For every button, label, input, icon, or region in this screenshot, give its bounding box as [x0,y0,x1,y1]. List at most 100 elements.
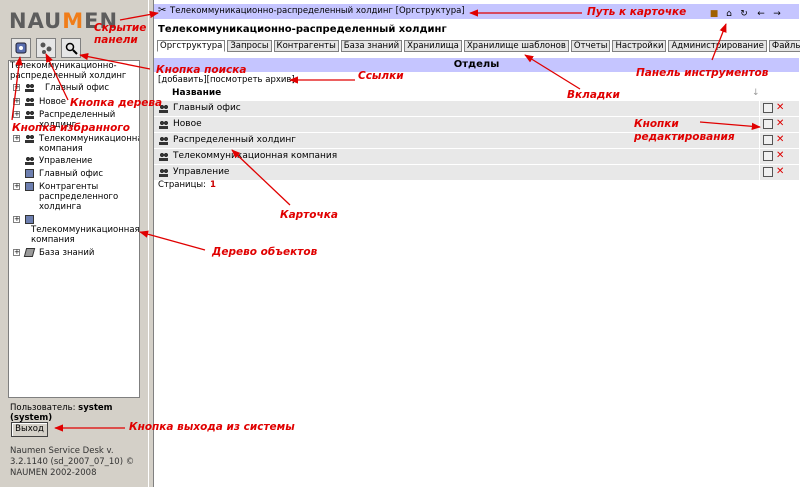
department-icon [25,134,34,143]
tree-root-label: Телекоммуникационно-распределенный холди… [10,61,127,81]
annotation-object-tree: Дерево объектов [212,246,318,258]
office-icon [25,169,34,178]
refresh-icon[interactable]: ↻ [739,9,749,19]
department-icon [25,83,34,92]
edit-button[interactable] [763,135,773,145]
edit-button[interactable] [763,151,773,161]
department-icon [159,136,168,145]
column-name-header[interactable]: Название [172,88,221,98]
tree-item[interactable]: База знаний [39,248,94,258]
favorites-button[interactable] [11,38,31,58]
row-name[interactable]: Управление [173,167,229,177]
tree-button[interactable] [36,38,56,58]
department-icon [25,156,34,165]
department-icon [159,120,168,129]
page-title: Телекоммуникационно-распределенный холди… [158,24,447,35]
sort-icon[interactable]: ↓ [752,88,760,98]
section-links: [добавить][посмотреть архив] [158,75,295,85]
tree-item[interactable]: Главный офис [45,83,109,93]
tree-root[interactable]: Телекоммуникационно-распределенный холди… [10,61,138,81]
tab-template-storage[interactable]: Хранилище шаблонов [463,40,569,52]
exit-button[interactable]: Выход [11,422,48,437]
annotation-favorites-button: Кнопка избранного [12,122,130,134]
search-button[interactable] [61,38,81,58]
tree-expand-icon[interactable]: + [13,84,20,91]
annotation-edit-buttons: Кнопки редактирования [634,118,735,143]
department-icon [25,97,34,106]
tree-item[interactable]: Телекоммуникационная компания [39,134,139,154]
tab-storages[interactable]: Хранилища [404,40,462,52]
edit-button[interactable] [763,119,773,129]
breadcrumb[interactable]: Телекоммуникационно-распределенный холди… [170,6,465,16]
edit-button[interactable] [763,103,773,113]
delete-icon[interactable]: ✕ [776,134,784,146]
table-row[interactable]: Телекоммуникационная компания ✕ [154,149,799,165]
annotation-hide-panels: Скрытие панели [94,22,147,46]
table-row[interactable]: Главный офис ✕ [154,101,799,117]
department-icon [159,152,168,161]
tree-expand-icon[interactable]: + [13,111,20,118]
pages-label: Страницы: [158,180,206,190]
user-label: Пользователь: [10,403,76,413]
knowledge-base-icon [23,248,36,257]
folder-icon[interactable]: ■ [709,9,719,19]
tree-expand-icon[interactable]: + [13,98,20,105]
annotation-toolbar: Панель инструментов [636,67,769,79]
department-icon [25,110,34,119]
tree-expand-icon[interactable]: + [13,249,20,256]
tab-reports[interactable]: Отчеты [570,40,611,52]
tab-settings[interactable]: Настройки [612,40,667,52]
annotation-path: Путь к карточке [587,6,687,18]
tab-bar: Оргструктура Запросы Контрагенты База зн… [157,40,800,53]
forward-icon[interactable]: → [772,9,782,19]
delete-icon[interactable]: ✕ [776,102,784,114]
home-icon[interactable]: ⌂ [724,9,734,19]
tab-administration[interactable]: Администрирование [668,40,767,52]
left-panel: NAUMEN Телекоммуникационно-распределенны… [0,0,148,487]
annotation-card: Карточка [280,209,338,221]
table-row[interactable]: Управление ✕ [154,165,799,181]
row-name[interactable]: Распределенный холдинг [173,135,296,145]
version-info: Naumen Service Desk v. 3.2.1140 (sd_2007… [10,446,135,478]
company-icon [25,215,34,224]
tree-item[interactable]: Главный офис [39,169,103,179]
archive-link[interactable]: [посмотреть архив] [207,75,295,85]
annotation-exit-button: Кнопка выхода из системы [129,421,295,433]
hide-panels-icon[interactable]: ✂ [158,5,166,16]
tab-files[interactable]: Файлы(1) [768,40,800,52]
annotation-search-button: Кнопка поиска [156,64,247,76]
pagination: Страницы: 1 [158,180,216,190]
tree-expand-icon[interactable]: + [13,135,20,142]
user-info: Пользователь: system (system) [10,403,148,423]
row-name[interactable]: Главный офис [173,103,241,113]
tree-expand-icon[interactable]: + [13,216,20,223]
add-link[interactable]: [добавить] [158,75,207,85]
table-header: Название ↓ [154,88,799,101]
contractor-icon [25,182,34,191]
page-link[interactable]: 1 [210,180,216,190]
department-icon [159,168,168,177]
search-icon [65,42,78,55]
annotation-tree-button: Кнопка дерева [70,97,163,109]
delete-icon[interactable]: ✕ [776,118,784,130]
tree-item[interactable]: Телекоммуникационная компания [31,225,139,245]
tree-item[interactable]: Управление [39,156,92,166]
delete-icon[interactable]: ✕ [776,150,784,162]
tab-knowledge-base[interactable]: База знаний [340,40,403,52]
tree-item[interactable]: Контрагенты распределенного холдинга [39,182,124,212]
annotation-tabs: Вкладки [567,89,620,101]
favorites-icon [15,42,27,54]
object-tree: Телекоммуникационно-распределенный холди… [8,60,140,398]
tab-contractors[interactable]: Контрагенты [273,40,339,52]
annotation-links: Ссылки [358,70,404,82]
tree-expand-icon[interactable]: + [13,183,20,190]
tab-orgstructure[interactable]: Оргструктура [157,40,226,52]
row-name[interactable]: Новое [173,119,202,129]
row-name[interactable]: Телекоммуникационная компания [173,151,337,161]
edit-button[interactable] [763,167,773,177]
delete-icon[interactable]: ✕ [776,166,784,178]
tab-requests[interactable]: Запросы [227,40,272,52]
back-icon[interactable]: ← [756,9,766,19]
tree-icon [40,42,52,54]
tree-item[interactable]: Новое [39,97,66,107]
